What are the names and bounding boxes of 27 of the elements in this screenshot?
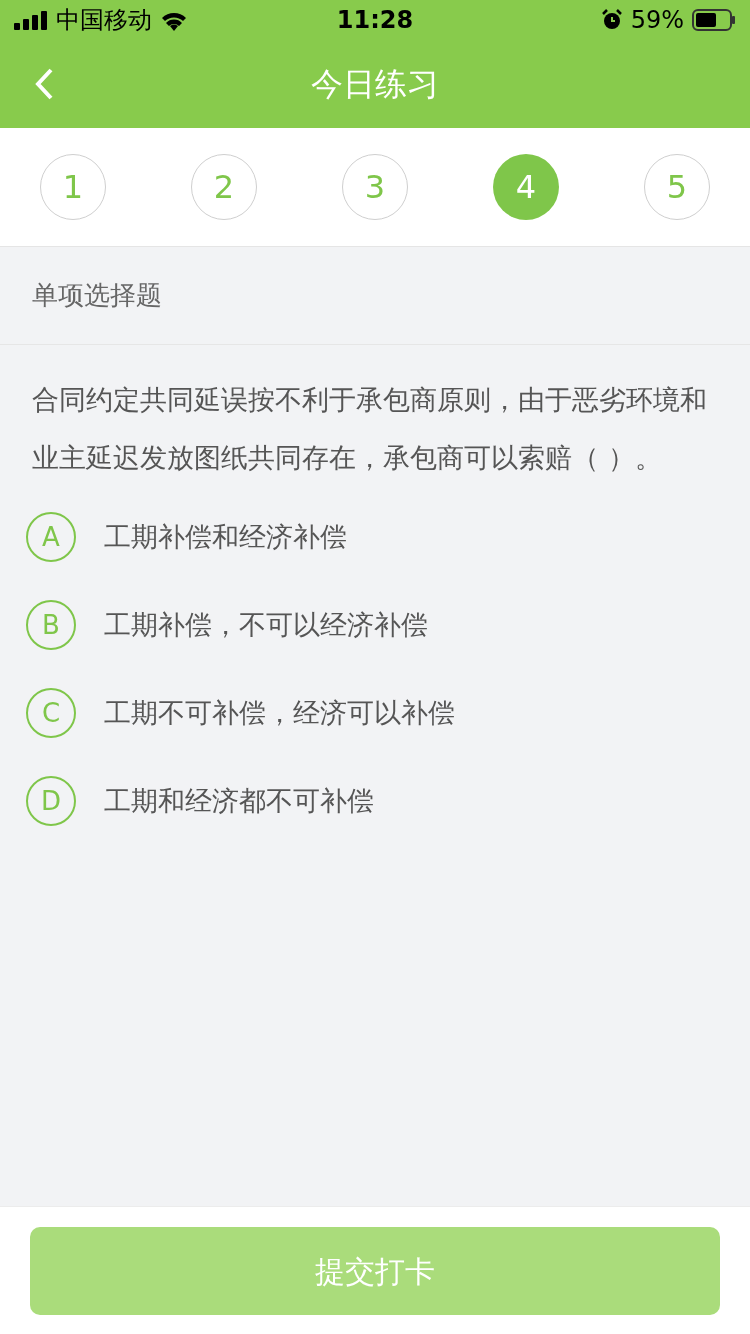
question-number-tab[interactable]: 4 xyxy=(493,154,559,220)
carrier-name: 中国移动 xyxy=(56,5,152,36)
answer-option[interactable]: A 工期补偿和经济补偿 xyxy=(0,493,750,581)
question-text: 合同约定共同延误按不利于承包商原则，由于恶劣环境和业主延迟发放图纸共同存在，承包商可以索赔（ ）。 xyxy=(31,383,708,475)
option-letter: D xyxy=(26,776,76,826)
question-number-tab[interactable]: 5 xyxy=(644,154,710,220)
option-text: 工期和经济都不可补偿 xyxy=(104,783,374,818)
battery-icon xyxy=(692,9,736,31)
question-type: 单项选择题 xyxy=(32,279,162,312)
answer-option[interactable]: B 工期补偿，不可以经济补偿 xyxy=(0,581,750,669)
battery-percent: 59% xyxy=(630,5,684,36)
question-number-tab[interactable]: 2 xyxy=(191,154,257,220)
option-text: 工期补偿和经济补偿 xyxy=(104,519,347,554)
clock-time: 11:28 xyxy=(335,5,415,36)
question-number-tab[interactable]: 3 xyxy=(342,154,408,220)
signal-icon xyxy=(14,10,48,30)
answer-option[interactable]: D 工期和经济都不可补偿 xyxy=(0,757,750,845)
page-title: 今日练习 xyxy=(311,64,439,105)
back-icon xyxy=(34,67,54,101)
question-number-tab[interactable]: 1 xyxy=(40,154,106,220)
answer-option[interactable]: C 工期不可补偿，经济可以补偿 xyxy=(0,669,750,757)
option-letter: B xyxy=(26,600,76,650)
option-text: 工期补偿，不可以经济补偿 xyxy=(104,607,428,642)
option-letter: A xyxy=(26,512,76,562)
alarm-icon xyxy=(600,9,623,31)
option-letter: C xyxy=(26,688,76,738)
option-text: 工期不可补偿，经济可以补偿 xyxy=(104,695,455,730)
